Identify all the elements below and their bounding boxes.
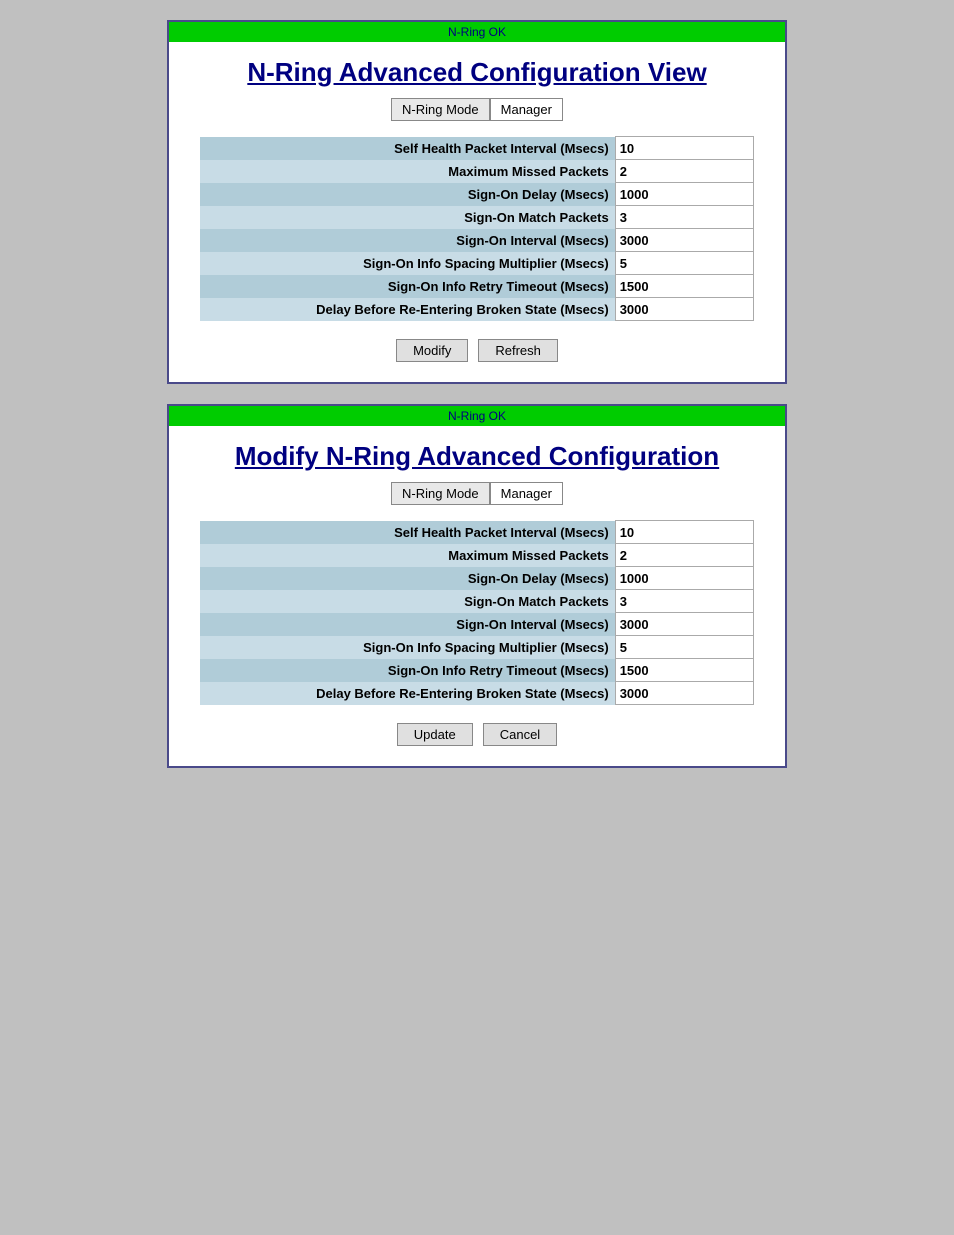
field-label: Sign-On Delay (Msecs) [200, 183, 615, 206]
modify-button-row: Update Cancel [169, 723, 785, 746]
modify-title-text: Modify N-Ring Advanced Configuration [235, 441, 719, 471]
table-row: Self Health Packet Interval (Msecs) 10 [200, 137, 754, 160]
field-input-cell[interactable] [615, 636, 753, 659]
field-value: 2 [615, 160, 753, 183]
field-label: Sign-On Interval (Msecs) [200, 613, 615, 636]
field-value: 3 [615, 206, 753, 229]
field-label: Sign-On Info Spacing Multiplier (Msecs) [200, 636, 615, 659]
field-input-cell[interactable] [615, 521, 753, 544]
config-table-view: Self Health Packet Interval (Msecs) 10 M… [200, 136, 754, 321]
field-label: Sign-On Interval (Msecs) [200, 229, 615, 252]
field-value: 5 [615, 252, 753, 275]
field-input-cell[interactable] [615, 590, 753, 613]
update-button[interactable]: Update [397, 723, 473, 746]
view-button-row: Modify Refresh [169, 339, 785, 362]
mode-value-modify: Manager [490, 482, 563, 505]
table-row: Delay Before Re-Entering Broken State (M… [200, 682, 754, 705]
field-input-cell[interactable] [615, 567, 753, 590]
mode-label-view: N-Ring Mode [391, 98, 490, 121]
field-value: 10 [615, 137, 753, 160]
mode-row-view: N-Ring Mode Manager [169, 98, 785, 121]
table-row: Self Health Packet Interval (Msecs) [200, 521, 754, 544]
table-row: Sign-On Interval (Msecs) 3000 [200, 229, 754, 252]
table-row: Sign-On Match Packets [200, 590, 754, 613]
view-panel: N-Ring OK N-Ring Advanced Configuration … [167, 20, 787, 384]
table-row: Maximum Missed Packets 2 [200, 160, 754, 183]
table-row: Sign-On Delay (Msecs) 1000 [200, 183, 754, 206]
modify-button[interactable]: Modify [396, 339, 468, 362]
field-input[interactable] [620, 525, 749, 540]
mode-value-view: Manager [490, 98, 563, 121]
field-label: Maximum Missed Packets [200, 544, 615, 567]
field-label: Sign-On Delay (Msecs) [200, 567, 615, 590]
table-row: Sign-On Interval (Msecs) [200, 613, 754, 636]
modify-panel: N-Ring OK Modify N-Ring Advanced Configu… [167, 404, 787, 768]
field-input[interactable] [620, 640, 749, 655]
field-input[interactable] [620, 594, 749, 609]
field-input-cell[interactable] [615, 659, 753, 682]
status-bar-modify: N-Ring OK [169, 406, 785, 426]
field-input[interactable] [620, 686, 749, 701]
field-input-cell[interactable] [615, 682, 753, 705]
table-row: Sign-On Delay (Msecs) [200, 567, 754, 590]
field-label: Sign-On Match Packets [200, 590, 615, 613]
field-input[interactable] [620, 617, 749, 632]
table-row: Sign-On Info Retry Timeout (Msecs) 1500 [200, 275, 754, 298]
table-row: Sign-On Info Spacing Multiplier (Msecs) [200, 636, 754, 659]
field-input[interactable] [620, 548, 749, 563]
field-label: Delay Before Re-Entering Broken State (M… [200, 682, 615, 705]
field-label: Sign-On Info Retry Timeout (Msecs) [200, 275, 615, 298]
field-label: Maximum Missed Packets [200, 160, 615, 183]
table-row: Maximum Missed Packets [200, 544, 754, 567]
field-value: 1500 [615, 275, 753, 298]
table-row: Sign-On Info Spacing Multiplier (Msecs) … [200, 252, 754, 275]
cancel-button[interactable]: Cancel [483, 723, 557, 746]
status-bar-view: N-Ring OK [169, 22, 785, 42]
field-value: 3000 [615, 229, 753, 252]
field-label: Sign-On Info Spacing Multiplier (Msecs) [200, 252, 615, 275]
field-value: 3000 [615, 298, 753, 321]
modify-panel-title: Modify N-Ring Advanced Configuration [179, 441, 775, 472]
field-value: 1000 [615, 183, 753, 206]
table-row: Delay Before Re-Entering Broken State (M… [200, 298, 754, 321]
field-label: Self Health Packet Interval (Msecs) [200, 137, 615, 160]
view-panel-title: N-Ring Advanced Configuration View [179, 57, 775, 88]
field-label: Sign-On Info Retry Timeout (Msecs) [200, 659, 615, 682]
mode-label-modify: N-Ring Mode [391, 482, 490, 505]
field-input-cell[interactable] [615, 544, 753, 567]
refresh-button[interactable]: Refresh [478, 339, 558, 362]
field-label: Delay Before Re-Entering Broken State (M… [200, 298, 615, 321]
field-label: Sign-On Match Packets [200, 206, 615, 229]
config-table-modify: Self Health Packet Interval (Msecs) Maxi… [200, 520, 754, 705]
field-label: Self Health Packet Interval (Msecs) [200, 521, 615, 544]
table-row: Sign-On Info Retry Timeout (Msecs) [200, 659, 754, 682]
field-input-cell[interactable] [615, 613, 753, 636]
field-input[interactable] [620, 571, 749, 586]
table-row: Sign-On Match Packets 3 [200, 206, 754, 229]
mode-row-modify: N-Ring Mode Manager [169, 482, 785, 505]
field-input[interactable] [620, 663, 749, 678]
view-title-text: N-Ring Advanced Configuration View [247, 57, 706, 87]
